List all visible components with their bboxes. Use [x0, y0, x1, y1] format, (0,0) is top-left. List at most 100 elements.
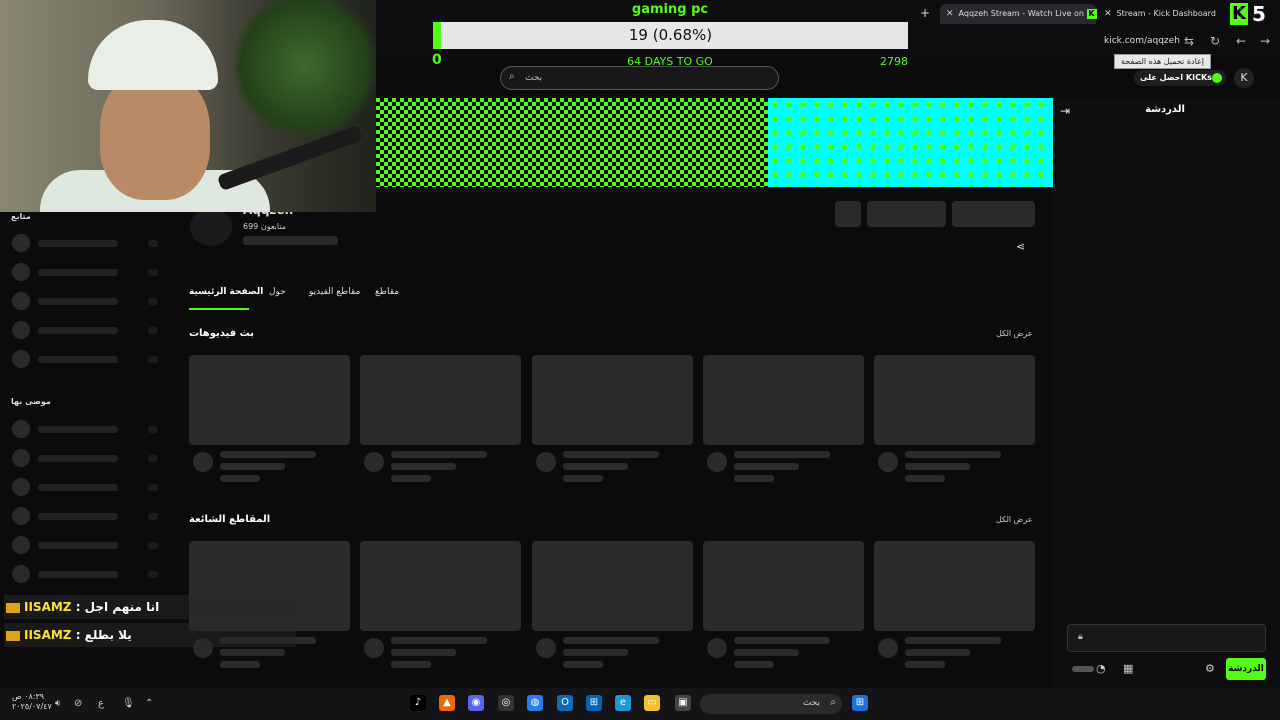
card-text-placeholder: [734, 637, 830, 644]
tab-clips[interactable]: مقاطع: [375, 287, 399, 297]
goal-progress-text: 19 (0.68%): [628, 26, 713, 44]
chat-text: يلا بطلع: [84, 628, 132, 642]
card-text-placeholder: [220, 661, 260, 668]
tab-aqqzeh-stream[interactable]: ✕ Aqqzeh Stream - Watch Live on K: [940, 4, 1097, 24]
channel-avatar[interactable]: [190, 208, 232, 246]
gear-icon[interactable]: ⚙: [1205, 662, 1215, 675]
sidebar-avatar-placeholder[interactable]: [12, 536, 30, 554]
windows-taskbar: [0, 688, 1280, 720]
url-text[interactable]: kick.com/aqqzeh: [1104, 36, 1180, 46]
sidebar-heading-following: متابع: [11, 212, 31, 221]
video-thumbnail-placeholder[interactable]: [360, 541, 521, 631]
card-text-placeholder: [905, 637, 1001, 644]
sidebar-avatar-placeholder[interactable]: [12, 292, 30, 310]
card-avatar-placeholder: [878, 452, 898, 472]
collapse-chat-icon[interactable]: ⇥: [1060, 104, 1070, 118]
card-text-placeholder: [734, 475, 774, 482]
video-thumbnail-placeholder[interactable]: [874, 541, 1035, 631]
video-thumbnail-placeholder[interactable]: [703, 355, 864, 445]
card-text-placeholder: [391, 451, 487, 458]
sidebar-avatar-placeholder[interactable]: [12, 350, 30, 368]
back-icon[interactable]: ←: [1236, 34, 1246, 48]
tab-kick-dashboard[interactable]: ✕ Stream - Kick Dashboard: [1100, 4, 1220, 24]
emote-icon[interactable]: ◔: [1096, 662, 1106, 675]
forward-icon[interactable]: →: [1260, 34, 1270, 48]
video-thumbnail-placeholder[interactable]: [532, 541, 693, 631]
chrome-icon[interactable]: ◍: [527, 695, 543, 711]
close-icon[interactable]: ✕: [946, 4, 956, 24]
video-thumbnail-placeholder[interactable]: [703, 541, 864, 631]
sidebar-avatar-placeholder[interactable]: [12, 234, 30, 252]
sidebar-avatar-placeholder[interactable]: [12, 565, 30, 583]
card-text-placeholder: [391, 463, 456, 470]
outlook-icon[interactable]: O: [557, 695, 573, 711]
goal-days-left: 64 DAYS TO GO: [627, 55, 713, 68]
sidebar-avatar-placeholder[interactable]: [12, 478, 30, 496]
card-text-placeholder: [905, 451, 1001, 458]
card-text-placeholder: [391, 661, 431, 668]
share-icon[interactable]: ⋖: [1016, 240, 1025, 253]
card-text-placeholder: [563, 661, 603, 668]
chat-send-button[interactable]: الدردشة: [1226, 658, 1266, 680]
site-settings-icon[interactable]: ⇆: [1184, 34, 1194, 48]
task-view-icon[interactable]: ▣: [675, 695, 691, 711]
reload-icon[interactable]: ↻: [1210, 34, 1220, 48]
tab-videos[interactable]: مقاطع الفيديو: [309, 287, 360, 297]
close-icon[interactable]: ✕: [1104, 4, 1114, 24]
language-indicator[interactable]: ع: [98, 698, 104, 709]
card-avatar-placeholder: [364, 452, 384, 472]
sidebar-avatar-placeholder[interactable]: [12, 420, 30, 438]
new-tab-button[interactable]: +: [920, 6, 930, 20]
webcam-overlay: [0, 0, 376, 212]
channel-action-placeholder[interactable]: [835, 201, 861, 227]
sidebar-avatar-placeholder[interactable]: [12, 263, 30, 281]
taskbar-search-label: بحث: [802, 698, 820, 708]
taskbar-clock[interactable]: ٠٨:٣٩ ص ٢٠٢٥/٠٧/٤٧: [12, 692, 52, 712]
card-text-placeholder: [734, 661, 774, 668]
crown-icon: [6, 630, 20, 641]
sidebar-avatar-placeholder[interactable]: [12, 449, 30, 467]
card-text-placeholder: [220, 475, 260, 482]
profile-avatar[interactable]: K: [1234, 68, 1254, 88]
chat-input[interactable]: 🔒︎: [1067, 624, 1266, 652]
goal-max-value: 2798: [880, 55, 908, 68]
search-input[interactable]: ⌕ بحث: [500, 66, 779, 90]
obs-icon[interactable]: ◎: [498, 695, 514, 711]
edge-icon[interactable]: e: [615, 695, 631, 711]
see-all-link[interactable]: عرض الكل: [996, 515, 1033, 524]
follow-button-placeholder[interactable]: [952, 201, 1035, 227]
network-icon[interactable]: ⊘: [74, 698, 82, 709]
sidebar-avatar-placeholder[interactable]: [12, 321, 30, 339]
lock-icon: 🔒︎: [1078, 632, 1083, 642]
channel-action-placeholder[interactable]: [867, 201, 946, 227]
mic-icon[interactable]: 🎙︎: [122, 698, 135, 709]
get-kicks-label: احصل على KICKs: [1140, 73, 1212, 82]
video-thumbnail-placeholder[interactable]: [532, 355, 693, 445]
store-icon[interactable]: ▦: [1123, 662, 1133, 675]
tab-about[interactable]: حول: [269, 287, 286, 297]
store-icon[interactable]: ⊞: [586, 695, 602, 711]
tiktok-icon[interactable]: ♪: [410, 695, 426, 711]
sidebar-avatar-placeholder[interactable]: [12, 507, 30, 525]
discord-icon[interactable]: ◉: [468, 695, 484, 711]
folder-icon[interactable]: ▭: [644, 695, 660, 711]
video-thumbnail-placeholder[interactable]: [189, 355, 350, 445]
overlay-badge: 5: [1252, 2, 1266, 26]
windows-start-icon[interactable]: ⊞: [852, 695, 868, 711]
chat-toggle[interactable]: [1072, 666, 1094, 672]
clock-date: ٢٠٢٥/٠٧/٤٧: [12, 702, 52, 711]
sidebar-dot-placeholder: [148, 426, 158, 433]
video-thumbnail-placeholder[interactable]: [874, 355, 1035, 445]
chevron-up-icon[interactable]: ⌃: [145, 698, 153, 709]
video-thumbnail-placeholder[interactable]: [360, 355, 521, 445]
vlc-icon[interactable]: ▲: [439, 695, 455, 711]
card-text-placeholder: [905, 661, 945, 668]
get-kicks-button[interactable]: احصل على KICKs: [1134, 70, 1226, 86]
taskbar-search[interactable]: بحث ⌕: [700, 694, 842, 714]
volume-icon[interactable]: 🔉︎: [55, 698, 61, 709]
see-all-link[interactable]: عرض الكل: [996, 329, 1033, 338]
card-avatar-placeholder: [536, 452, 556, 472]
tab-home[interactable]: الصفحة الرئيسية: [189, 287, 263, 297]
tab-label: Stream - Kick Dashboard: [1116, 9, 1216, 18]
sidebar-heading-recommended: موصى بها: [11, 397, 51, 406]
